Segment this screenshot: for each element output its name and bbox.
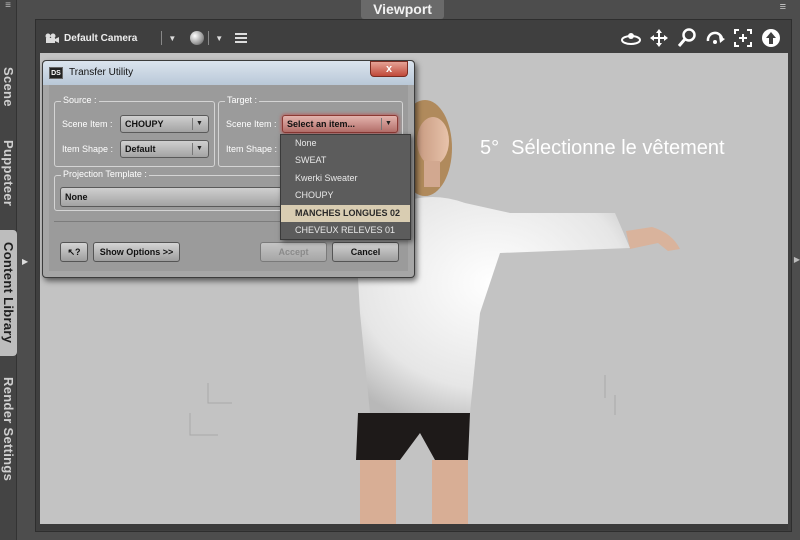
daz-studio-window: ≡ Scene Puppeteer Content Library Render… [0,0,800,540]
ds-app-icon: DS [49,67,63,79]
target-item-shape-label: Item Shape : [226,144,278,154]
camera-icon [45,33,59,43]
projection-template-label: Projection Template : [61,169,149,179]
tab-puppeteer-label: Puppeteer [1,139,16,207]
viewport-tab[interactable]: Viewport [361,0,444,19]
viewport-options-list-icon[interactable] [235,33,248,43]
source-scene-item-label: Scene Item : [62,119,113,129]
target-scene-item-value: Select an item... [287,119,356,129]
dropdown-item-selected[interactable]: MANCHES LONGUES 02 [281,204,410,222]
dropdown-item[interactable]: CHEVEUX RELEVES 01 [281,222,410,239]
tab-render-settings-label: Render Settings [1,376,16,482]
target-scene-item-combo[interactable]: Select an item... ▼ [282,115,398,133]
collapse-right-icon[interactable]: ▶ [794,255,800,264]
dropdown-item[interactable]: CHOUPY [281,187,410,204]
target-group-label: Target : [225,95,260,105]
viewport-toolbar: Default Camera ▼ ▼ [40,23,788,53]
dialog-title: Transfer Utility [69,67,134,78]
navigation-tools [620,27,782,49]
panel-menu-icon[interactable]: ≡ [1,1,15,11]
caption-step-number: 5° [480,137,500,159]
source-item-shape-combo[interactable]: Default ▼ [120,140,209,158]
help-button[interactable]: ↖? [60,242,88,262]
help-button-label: ? [75,247,81,257]
dropdown-item[interactable]: SWEAT [281,152,410,169]
camera-dropdown-arrow-icon[interactable]: ▼ [168,34,176,43]
source-item-shape-label: Item Shape : [62,144,114,154]
frame-icon[interactable] [732,27,754,49]
draw-style-dropdown-arrow-icon[interactable]: ▼ [215,34,223,43]
projection-template-value: None [65,192,88,202]
collapse-left-icon[interactable]: ▶ [22,257,28,266]
accept-button[interactable]: Accept [260,242,327,262]
target-scene-item-dropdown-list: None SWEAT Kwerki Sweater CHOUPY MANCHES… [280,134,411,240]
camera-label: Default Camera [64,32,138,44]
pan-icon[interactable] [648,27,670,49]
dialog-title-bar[interactable]: DS Transfer Utility x [43,61,414,85]
toolbar-separator [161,31,163,45]
target-scene-item-label: Scene Item : [226,119,277,129]
help-cursor-icon: ↖ [67,247,76,257]
source-item-shape-value: Default [125,144,156,154]
zoom-icon[interactable] [676,27,698,49]
toolbar-separator [208,31,210,45]
source-group-label: Source : [61,95,99,105]
dropdown-item[interactable]: None [281,135,410,152]
orbit-icon[interactable] [620,27,642,49]
chevron-down-icon: ▼ [192,143,206,155]
tab-scene-label: Scene [1,67,16,107]
viewport-menu-icon[interactable]: ≡ [780,1,786,13]
source-group: Source : Scene Item : CHOUPY ▼ Item Shap… [54,95,215,167]
source-scene-item-value: CHOUPY [125,119,164,129]
viewport-status-bar [40,524,788,530]
tab-scene[interactable]: Scene [0,62,17,112]
chevron-down-icon: ▼ [381,118,395,130]
camera-selector[interactable]: Default Camera [45,33,137,44]
tab-content-library[interactable]: Content Library [0,230,17,356]
caption-text: Sélectionne le vêtement [511,137,725,159]
roll-icon[interactable] [704,27,726,49]
dropdown-item[interactable]: Kwerki Sweater [281,170,410,187]
show-options-button[interactable]: Show Options >> [93,242,180,262]
tab-puppeteer[interactable]: Puppeteer [0,133,17,213]
close-button[interactable]: x [370,61,408,77]
cancel-button[interactable]: Cancel [332,242,399,262]
tab-render-settings[interactable]: Render Settings [0,374,17,484]
chevron-down-icon: ▼ [192,118,206,130]
instruction-caption: 5° Sélectionne le vêtement [480,137,725,160]
source-scene-item-combo[interactable]: CHOUPY ▼ [120,115,209,133]
tab-content-library-label: Content Library [1,242,16,344]
side-tab-bar: ≡ Scene Puppeteer Content Library Render… [0,0,17,540]
up-arrow-icon[interactable] [760,27,782,49]
draw-style-sphere-icon[interactable] [190,31,205,45]
